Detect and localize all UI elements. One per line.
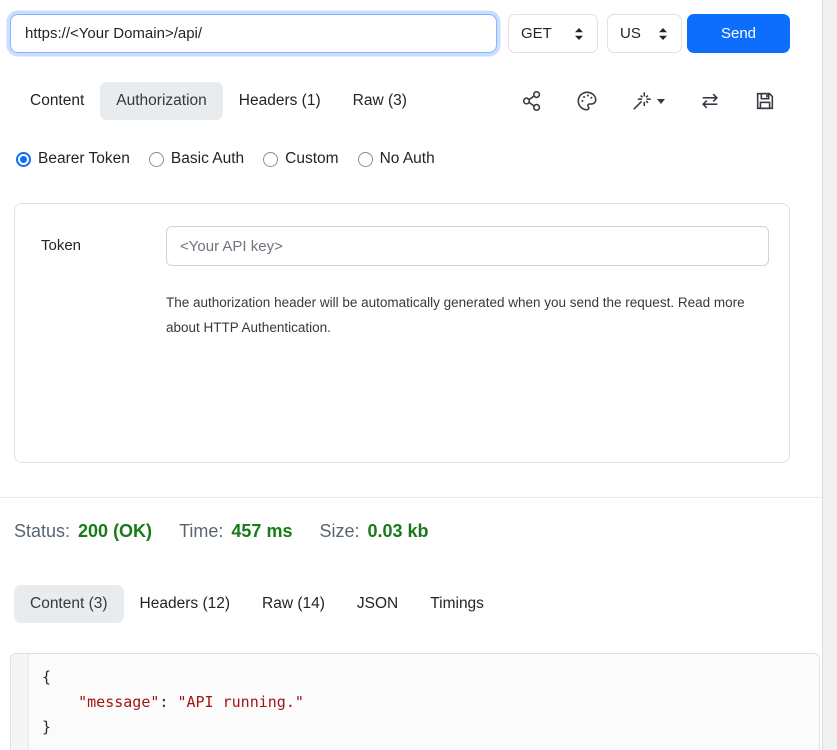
code-line: "message": "API running." bbox=[42, 690, 819, 715]
code-gutter bbox=[11, 654, 29, 750]
radio-no-auth[interactable]: No Auth bbox=[358, 150, 435, 168]
tab-headers[interactable]: Headers (1) bbox=[223, 82, 337, 120]
radio-unselected-icon bbox=[358, 152, 373, 167]
response-status-bar: Status: 200 (OK) Time: 457 ms Size: 0.03… bbox=[14, 521, 429, 542]
code-line: } bbox=[42, 715, 819, 740]
toolbar-icons bbox=[521, 90, 776, 112]
status-code: Status: 200 (OK) bbox=[14, 521, 152, 542]
tab-response-json[interactable]: JSON bbox=[341, 585, 414, 623]
response-body-viewer[interactable]: { "message": "API running." } bbox=[10, 653, 820, 750]
token-label: Token bbox=[41, 226, 81, 266]
share-icon[interactable] bbox=[521, 90, 543, 112]
token-help-text: The authorization header will be automat… bbox=[166, 290, 766, 340]
method-select-value: GET bbox=[521, 25, 552, 42]
method-select[interactable]: GET bbox=[508, 14, 598, 53]
auth-type-options: Bearer Token Basic Auth Custom No Auth bbox=[16, 150, 435, 168]
tab-response-headers[interactable]: Headers (12) bbox=[124, 585, 246, 623]
section-divider bbox=[0, 497, 822, 498]
bearer-token-panel: Token The authorization header will be a… bbox=[14, 203, 790, 463]
updown-arrows-icon bbox=[573, 27, 585, 41]
magic-wand-icon bbox=[631, 90, 653, 112]
radio-custom[interactable]: Custom bbox=[263, 150, 338, 168]
tab-content[interactable]: Content bbox=[14, 82, 100, 120]
tab-response-content[interactable]: Content (3) bbox=[14, 585, 124, 623]
content-right-rail bbox=[822, 0, 837, 750]
send-button[interactable]: Send bbox=[687, 14, 790, 53]
region-select-value: US bbox=[620, 25, 641, 42]
radio-unselected-icon bbox=[263, 152, 278, 167]
url-input[interactable] bbox=[10, 14, 497, 53]
response-size: Size: 0.03 kb bbox=[319, 521, 428, 542]
token-input[interactable] bbox=[166, 226, 769, 266]
radio-selected-icon bbox=[16, 152, 31, 167]
chevron-down-icon bbox=[656, 96, 666, 106]
code-line: { bbox=[42, 665, 819, 690]
radio-bearer-token[interactable]: Bearer Token bbox=[16, 150, 130, 168]
api-client-page: GET US Send Content Authorization Header… bbox=[0, 0, 837, 750]
exchange-icon[interactable] bbox=[699, 90, 721, 112]
tab-response-timings[interactable]: Timings bbox=[414, 585, 500, 623]
response-time: Time: 457 ms bbox=[179, 521, 292, 542]
request-tabs: Content Authorization Headers (1) Raw (3… bbox=[14, 82, 808, 120]
tab-authorization[interactable]: Authorization bbox=[100, 82, 222, 120]
region-select[interactable]: US bbox=[607, 14, 682, 53]
radio-unselected-icon bbox=[149, 152, 164, 167]
request-bar: GET US Send bbox=[10, 14, 790, 53]
response-json-code: { "message": "API running." } bbox=[29, 654, 819, 750]
magic-wand-dropdown[interactable] bbox=[631, 90, 666, 112]
tab-raw[interactable]: Raw (3) bbox=[337, 82, 423, 120]
updown-arrows-icon bbox=[657, 27, 669, 41]
radio-basic-auth[interactable]: Basic Auth bbox=[149, 150, 244, 168]
save-icon[interactable] bbox=[754, 90, 776, 112]
response-tabs: Content (3) Headers (12) Raw (14) JSON T… bbox=[14, 585, 500, 623]
palette-icon[interactable] bbox=[576, 90, 598, 112]
tab-response-raw[interactable]: Raw (14) bbox=[246, 585, 341, 623]
